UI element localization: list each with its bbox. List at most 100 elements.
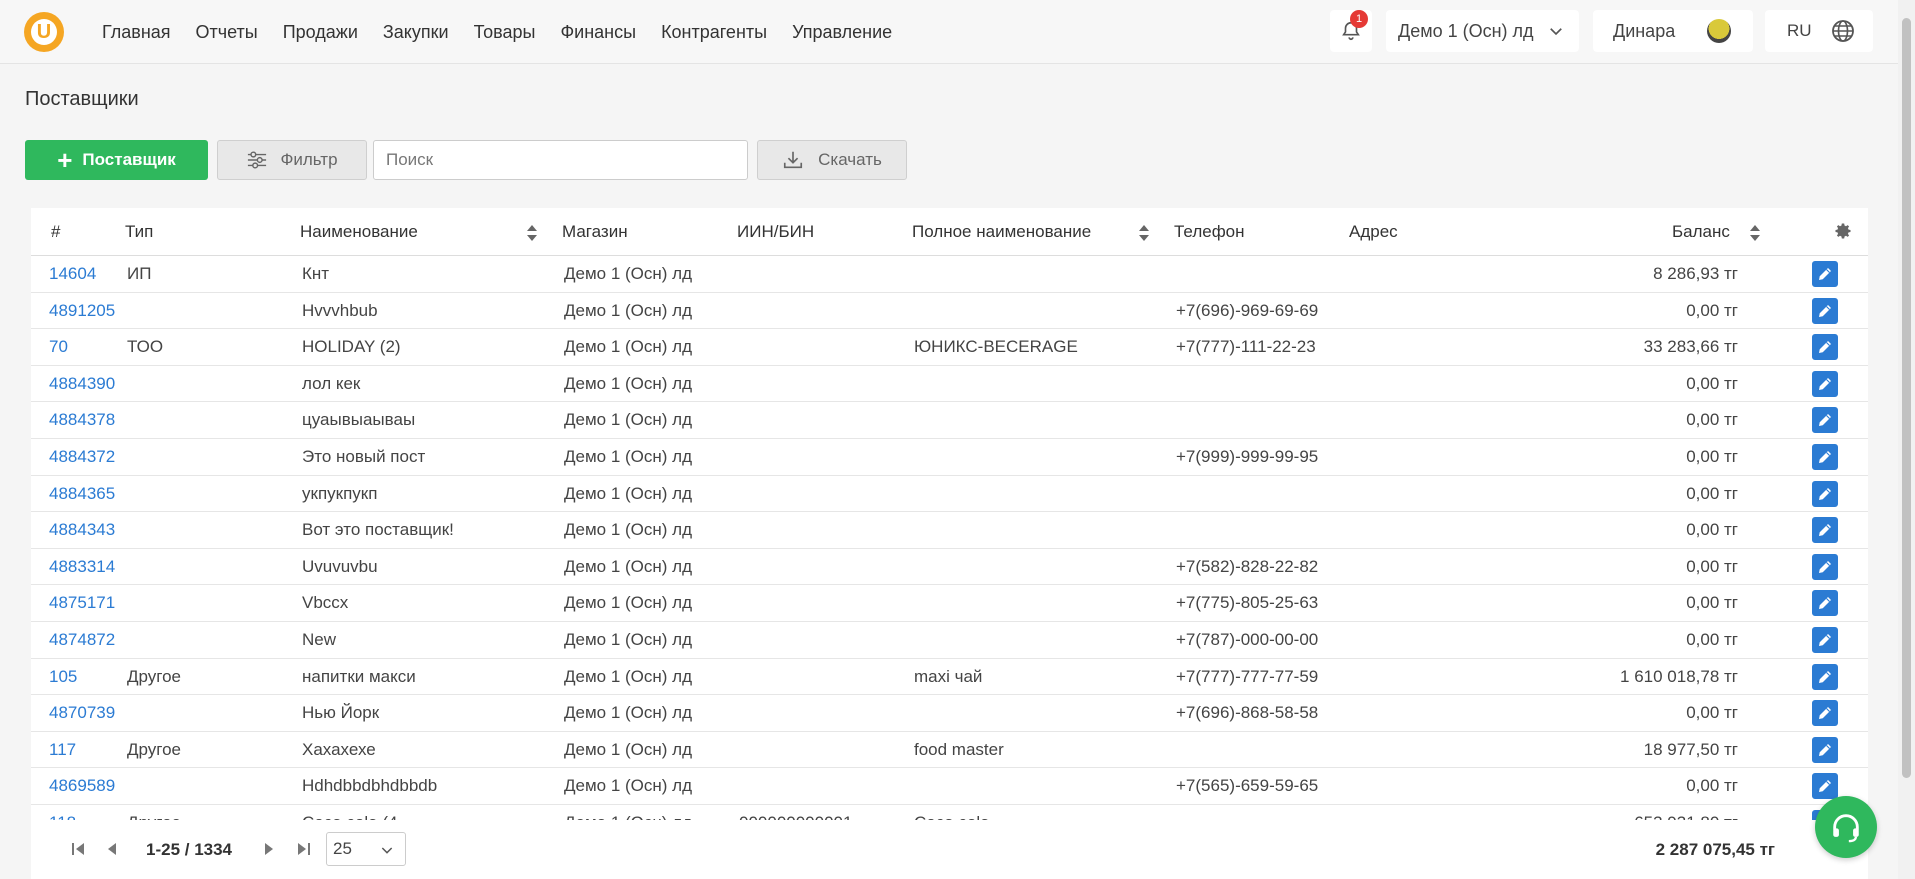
edit-icon[interactable] bbox=[1812, 370, 1838, 397]
cell-id[interactable]: 4884390 bbox=[49, 374, 115, 394]
table-row[interactable]: 4891205 Hvvvhbub Демо 1 (Осн) лд +7(696)-96… bbox=[31, 293, 1868, 330]
prev-page-icon[interactable] bbox=[106, 842, 118, 856]
store-select[interactable]: Демо 1 (Осн) лд bbox=[1386, 10, 1579, 52]
nav-item-products[interactable]: Товары bbox=[474, 22, 536, 43]
download-button[interactable]: Скачать bbox=[757, 140, 907, 180]
search-input[interactable] bbox=[373, 140, 748, 180]
edit-icon[interactable] bbox=[1812, 663, 1838, 690]
download-label: Скачать bbox=[818, 150, 882, 169]
cell-id[interactable]: 4884365 bbox=[49, 484, 115, 504]
nav-item-sales[interactable]: Продажи bbox=[283, 22, 358, 43]
language-select[interactable]: RU bbox=[1765, 10, 1873, 52]
cell-id[interactable]: 4884343 bbox=[49, 520, 115, 540]
language-label: RU bbox=[1787, 21, 1812, 40]
table-row[interactable]: 14604 ИП Кнт Демо 1 (Осн) лд 8 286,93 тг bbox=[31, 256, 1868, 293]
cell-id[interactable]: 4891205 bbox=[49, 301, 115, 321]
cell-id[interactable]: 70 bbox=[49, 337, 68, 357]
cell-id[interactable]: 4884372 bbox=[49, 447, 115, 467]
table-row[interactable]: 4884365 укпукпукп Демо 1 (Осн) лд 0,00 тг bbox=[31, 476, 1868, 513]
table-row[interactable]: 4875171 Vbccx Демо 1 (Осн) лд +7(775)-805-2… bbox=[31, 585, 1868, 622]
cell-id[interactable]: 4874872 bbox=[49, 630, 115, 650]
table-row[interactable]: 4884372 Это новый пост Демо 1 (Осн) лд +7(9… bbox=[31, 439, 1868, 476]
headset-icon bbox=[1833, 814, 1859, 843]
cell-store: Демо 1 (Осн) лд bbox=[564, 337, 693, 357]
table-row[interactable]: 4870739 Нью Йорк Демо 1 (Осн) лд +7(696)-86… bbox=[31, 695, 1868, 732]
plus-icon: + bbox=[57, 145, 73, 175]
edit-icon[interactable] bbox=[1812, 443, 1838, 470]
app-logo[interactable]: U bbox=[24, 12, 64, 52]
cell-full-name: maxi чай bbox=[914, 666, 983, 686]
last-page-icon[interactable] bbox=[295, 842, 311, 856]
sort-icon[interactable] bbox=[1138, 224, 1150, 242]
cell-id[interactable]: 4884378 bbox=[49, 410, 115, 430]
cell-id[interactable]: 4869589 bbox=[49, 776, 115, 796]
edit-icon[interactable] bbox=[1812, 480, 1838, 507]
cell-id[interactable]: 105 bbox=[49, 667, 77, 687]
cell-balance: 1 610 018,78 тг bbox=[1620, 666, 1738, 686]
nav-item-home[interactable]: Главная bbox=[102, 22, 171, 43]
filter-button[interactable]: Фильтр bbox=[217, 140, 367, 180]
notification-badge: 1 bbox=[1350, 10, 1368, 28]
cell-id[interactable]: 4870739 bbox=[49, 703, 115, 723]
table-row[interactable]: 4883314 Uvuvuvbu Демо 1 (Осн) лд +7(582)-82… bbox=[31, 549, 1868, 586]
cell-name: Hvvvhbub bbox=[302, 300, 378, 320]
sort-icon[interactable] bbox=[1749, 224, 1761, 242]
support-chat-button[interactable] bbox=[1815, 796, 1877, 858]
edit-icon[interactable] bbox=[1812, 626, 1838, 653]
page-scrollbar[interactable] bbox=[1898, 0, 1915, 879]
edit-icon[interactable] bbox=[1812, 407, 1838, 434]
nav-item-purchases[interactable]: Закупки bbox=[383, 22, 449, 43]
cell-id[interactable]: 4875171 bbox=[49, 593, 115, 613]
cell-id[interactable]: 118 bbox=[49, 813, 76, 820]
edit-icon[interactable] bbox=[1812, 736, 1838, 763]
table-body: 14604 ИП Кнт Демо 1 (Осн) лд 8 286,93 тг 4891… bbox=[31, 256, 1868, 820]
edit-icon[interactable] bbox=[1812, 517, 1838, 544]
table-row[interactable]: 4869589 Hdhdbbdbhdbbdb Демо 1 (Осн) лд +7(5… bbox=[31, 768, 1868, 805]
edit-icon[interactable] bbox=[1812, 773, 1838, 800]
scrollbar-thumb[interactable] bbox=[1902, 18, 1911, 778]
nav-item-management[interactable]: Управление bbox=[792, 22, 892, 43]
table-row[interactable]: 117 Другое Хахахехе Демо 1 (Осн) лд food mas… bbox=[31, 732, 1868, 769]
edit-icon[interactable] bbox=[1812, 334, 1838, 361]
first-page-icon[interactable] bbox=[71, 842, 87, 856]
gear-icon[interactable] bbox=[1833, 221, 1853, 241]
nav-item-reports[interactable]: Отчеты bbox=[196, 22, 258, 43]
table-row[interactable]: 70 ТОО HOLIDAY (2) Демо 1 (Осн) лд ЮНИКС-BEC… bbox=[31, 329, 1868, 366]
cell-id[interactable]: 117 bbox=[49, 740, 76, 760]
col-header-balance[interactable]: Баланс bbox=[1672, 222, 1730, 242]
table-row[interactable]: 118 Другое Coca cola (4 Демо 1 (Осн) лд 0000… bbox=[31, 805, 1868, 820]
edit-icon[interactable] bbox=[1812, 261, 1838, 287]
table-row[interactable]: 4874872 New Демо 1 (Осн) лд +7(787)-000-00-… bbox=[31, 622, 1868, 659]
table-row[interactable]: 4884343 Вот это поставщик! Демо 1 (Осн) лд… bbox=[31, 512, 1868, 549]
cell-store: Демо 1 (Осн) лд bbox=[564, 556, 693, 576]
cell-balance: 0,00 тг bbox=[1686, 446, 1738, 466]
nav-item-counterparties[interactable]: Контрагенты bbox=[661, 22, 767, 43]
page-title: Поставщики bbox=[25, 88, 139, 110]
next-page-icon[interactable] bbox=[263, 842, 275, 856]
edit-icon[interactable] bbox=[1812, 590, 1838, 617]
user-menu[interactable]: Динара bbox=[1593, 10, 1753, 52]
edit-icon[interactable] bbox=[1812, 700, 1838, 727]
nav-item-finance[interactable]: Финансы bbox=[560, 22, 636, 43]
cell-id[interactable]: 4883314 bbox=[49, 557, 115, 577]
col-header-num: # bbox=[51, 222, 61, 241]
cell-store: Демо 1 (Осн) лд bbox=[564, 446, 693, 466]
cell-store: Демо 1 (Осн) лд bbox=[564, 629, 693, 649]
sort-icon[interactable] bbox=[526, 224, 538, 242]
notifications-button[interactable]: 1 bbox=[1330, 10, 1372, 52]
edit-icon[interactable] bbox=[1812, 553, 1838, 580]
add-supplier-button[interactable]: + Поставщик bbox=[25, 140, 208, 180]
edit-icon[interactable] bbox=[1812, 297, 1838, 324]
globe-icon bbox=[1832, 20, 1854, 42]
cell-store: Демо 1 (Осн) лд bbox=[564, 520, 693, 540]
cell-name: напитки макси bbox=[302, 666, 416, 686]
page-size-select[interactable]: 25 bbox=[326, 832, 406, 866]
col-header-store: Магазин bbox=[562, 222, 628, 241]
cell-id[interactable]: 14604 bbox=[49, 264, 96, 284]
col-header-full-name[interactable]: Полное наименование bbox=[912, 222, 1091, 242]
cell-name: Хахахехе bbox=[302, 739, 376, 759]
col-header-name[interactable]: Наименование bbox=[300, 222, 418, 242]
table-row[interactable]: 4884390 лол кек Демо 1 (Осн) лд 0,00 тг bbox=[31, 366, 1868, 403]
table-row[interactable]: 105 Другое напитки макси Демо 1 (Осн) лд max… bbox=[31, 659, 1868, 696]
table-row[interactable]: 4884378 цуаывыаываы Демо 1 (Осн) лд 0,00 тг bbox=[31, 402, 1868, 439]
